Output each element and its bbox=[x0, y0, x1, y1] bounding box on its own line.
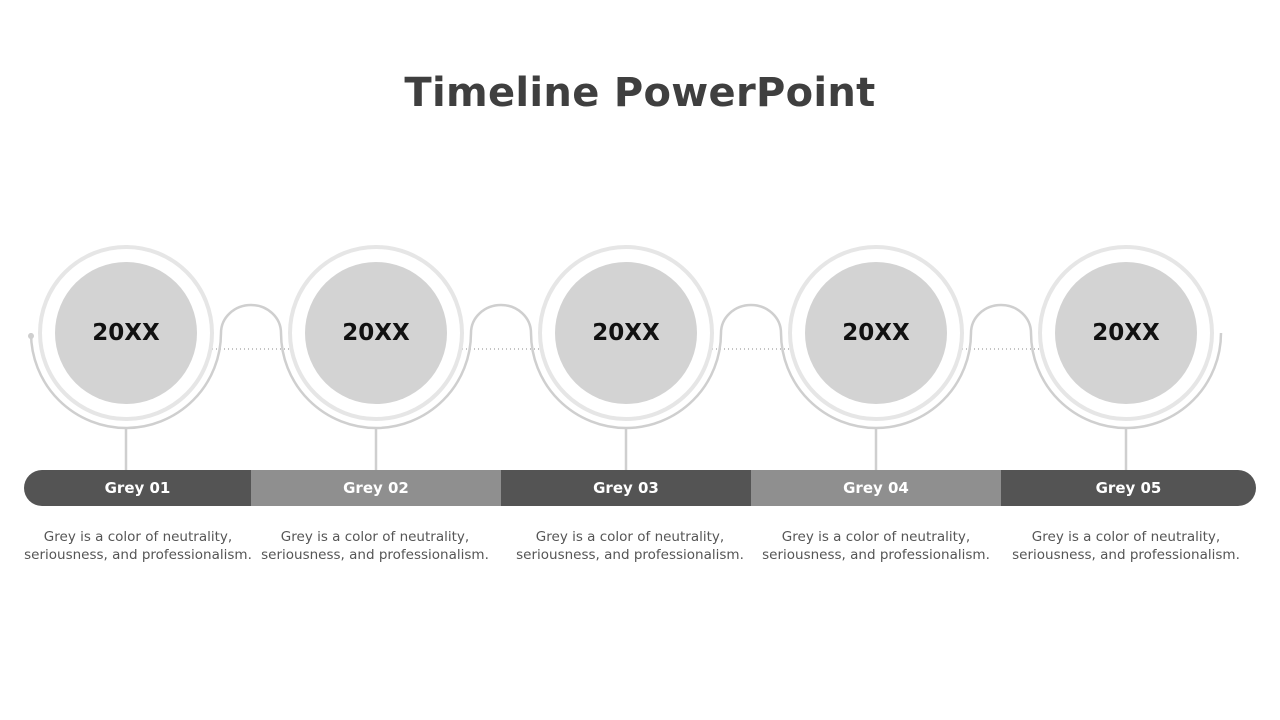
milestone-year-3: 20XX bbox=[592, 320, 660, 346]
milestone-stems bbox=[124, 428, 1128, 470]
milestone-year-1: 20XX bbox=[92, 320, 160, 346]
milestone-description-2: Grey is a color of neutrality, seriousne… bbox=[261, 529, 489, 563]
milestone-description-5: Grey is a color of neutrality, seriousne… bbox=[1012, 529, 1240, 563]
milestone-description-4: Grey is a color of neutrality, seriousne… bbox=[762, 529, 990, 563]
bar-segment-2: Grey 02 bbox=[251, 470, 501, 506]
bar-segment-1: Grey 01 bbox=[24, 470, 251, 506]
wave-start-dot bbox=[28, 333, 34, 339]
bar-segment-4: Grey 04 bbox=[751, 470, 1001, 506]
milestone-description-1: Grey is a color of neutrality, seriousne… bbox=[24, 529, 252, 563]
bar-segment-3: Grey 03 bbox=[501, 470, 751, 506]
milestone-year-5: 20XX bbox=[1092, 320, 1160, 346]
milestone-year-4: 20XX bbox=[842, 320, 910, 346]
timeline-bar: Grey 01 Grey 02 Grey 03 Grey 04 Grey 05 bbox=[24, 470, 1256, 506]
timeline-graphic bbox=[28, 245, 1223, 470]
bar-segment-5: Grey 05 bbox=[1001, 470, 1256, 506]
milestone-description-3: Grey is a color of neutrality, seriousne… bbox=[516, 529, 744, 563]
milestone-year-2: 20XX bbox=[342, 320, 410, 346]
